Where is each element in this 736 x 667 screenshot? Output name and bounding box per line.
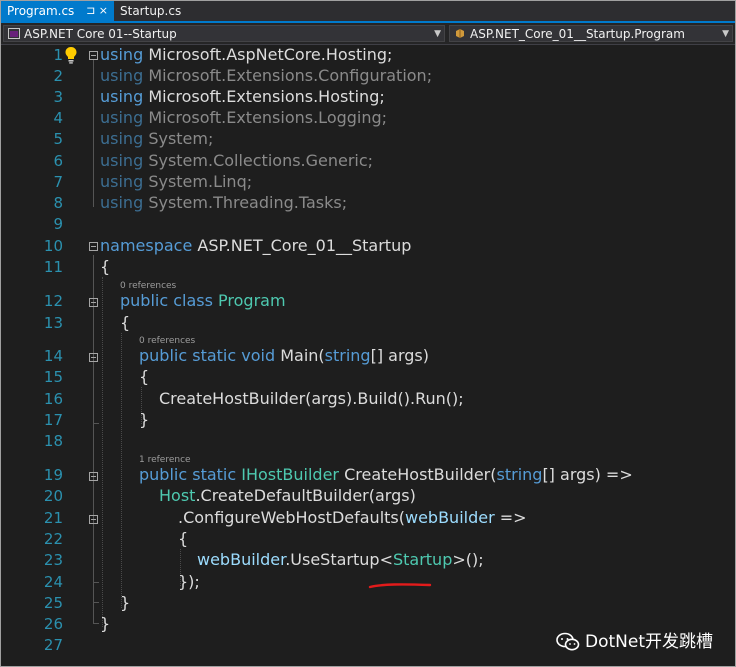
codelens-references[interactable]: 0 references	[139, 336, 195, 346]
line-number: 20	[43, 487, 63, 505]
collapse-icon[interactable]	[89, 472, 98, 481]
line-number: 1	[53, 46, 63, 64]
line-number: 23	[43, 551, 63, 569]
line-number: 7	[53, 173, 63, 191]
collapse-icon[interactable]	[89, 242, 98, 251]
code-line-23: webBuilder.UseStartup<Startup>();	[197, 550, 484, 569]
code-line-20: Host.CreateDefaultBuilder(args)	[159, 486, 416, 505]
line-number: 22	[43, 530, 63, 548]
code-line-17: }	[139, 410, 150, 429]
watermark: DotNet开发跳槽	[556, 632, 713, 652]
codelens-references[interactable]: 1 reference	[139, 455, 191, 465]
navigation-bar: ASP.NET Core 01--Startup ▼ ASP.NET_Core_…	[1, 23, 735, 45]
line-number: 11	[43, 258, 63, 276]
code-editor[interactable]: 1 2 3 4 5 6 7 8 9 10 11 12 13 14 15 16 1…	[1, 45, 735, 666]
code-line-5: using System;	[100, 129, 214, 148]
csharp-project-icon	[8, 28, 20, 39]
code-line-22: {	[178, 529, 189, 548]
outline-line	[93, 582, 99, 583]
project-name: ASP.NET Core 01--Startup	[24, 27, 177, 41]
line-number: 21	[43, 509, 63, 527]
chevron-down-icon: ▼	[722, 29, 729, 39]
code-line-11: {	[100, 257, 111, 276]
indent-guide	[102, 277, 103, 627]
line-number: 5	[53, 130, 63, 148]
line-number: 12	[43, 292, 63, 310]
code-line-12: public class Program	[120, 291, 286, 310]
codelens-references[interactable]: 0 references	[120, 281, 176, 291]
line-number: 4	[53, 109, 63, 127]
line-number: 25	[43, 594, 63, 612]
code-line-8: using System.Threading.Tasks;	[100, 193, 348, 212]
class-dropdown[interactable]: ASP.NET_Core_01__Startup.Program ▼	[449, 25, 733, 42]
collapse-icon[interactable]	[89, 51, 98, 60]
collapse-icon[interactable]	[89, 298, 98, 307]
code-line-19: public static IHostBuilder CreateHostBui…	[139, 465, 633, 484]
line-number: 9	[53, 215, 63, 233]
code-line-13: {	[120, 313, 131, 332]
pin-close-icon[interactable]: ⊐ ×	[86, 1, 108, 21]
tab-program-cs[interactable]: Program.cs ⊐ ×	[1, 1, 114, 21]
watermark-text: DotNet开发跳槽	[585, 632, 713, 652]
outline-line	[93, 307, 94, 602]
code-line-1: using Microsoft.AspNetCore.Hosting;	[100, 45, 393, 64]
project-dropdown[interactable]: ASP.NET Core 01--Startup ▼	[3, 25, 445, 42]
line-number: 17	[43, 411, 63, 429]
tab-startup-cs[interactable]: Startup.cs	[114, 1, 187, 21]
code-line-7: using System.Linq;	[100, 172, 253, 191]
line-number: 10	[43, 237, 63, 255]
outline-line	[93, 602, 99, 603]
red-underline-annotation	[368, 583, 432, 589]
collapse-icon[interactable]	[89, 353, 98, 362]
document-tab-bar: Program.cs ⊐ × Startup.cs	[1, 1, 735, 23]
outline-line	[93, 59, 94, 207]
code-line-15: {	[139, 367, 150, 386]
line-number: 14	[43, 347, 63, 365]
line-number: 24	[43, 573, 63, 591]
code-line-3: using Microsoft.Extensions.Hosting;	[100, 87, 385, 106]
code-line-21: .ConfigureWebHostDefaults(webBuilder =>	[178, 508, 527, 527]
visual-studio-window: Program.cs ⊐ × Startup.cs ASP.NET Core 0…	[0, 0, 736, 667]
class-name: ASP.NET_Core_01__Startup.Program	[470, 27, 685, 41]
line-number: 19	[43, 466, 63, 484]
line-number: 13	[43, 314, 63, 332]
code-line-2: using Microsoft.Extensions.Configuration…	[100, 66, 433, 85]
line-number: 2	[53, 67, 63, 85]
line-number: 27	[43, 636, 63, 654]
code-line-16: CreateHostBuilder(args).Build().Run();	[159, 389, 464, 408]
line-number: 6	[53, 152, 63, 170]
outline-line	[93, 363, 94, 423]
class-icon	[456, 29, 464, 38]
code-line-24: });	[178, 572, 200, 591]
outline-line	[93, 423, 99, 424]
code-line-14: public static void Main(string[] args)	[139, 346, 429, 365]
code-line-25: }	[120, 593, 131, 612]
chevron-down-icon: ▼	[434, 29, 441, 39]
tab-label: Startup.cs	[120, 4, 182, 18]
line-number: 3	[53, 88, 63, 106]
code-line-10: namespace ASP.NET_Core_01__Startup	[100, 236, 412, 255]
indent-guide	[121, 333, 122, 608]
code-line-4: using Microsoft.Extensions.Logging;	[100, 108, 388, 127]
line-number: 8	[53, 194, 63, 212]
collapse-icon[interactable]	[89, 515, 98, 524]
tab-label: Program.cs	[7, 4, 75, 18]
line-number: 15	[43, 368, 63, 386]
code-line-26: }	[100, 614, 111, 633]
code-line-6: using System.Collections.Generic;	[100, 151, 374, 170]
line-number: 26	[43, 615, 63, 633]
lightbulb-icon[interactable]	[64, 46, 78, 64]
line-number: 18	[43, 432, 63, 450]
line-number: 16	[43, 390, 63, 408]
wechat-icon	[556, 632, 580, 651]
outline-line	[93, 623, 99, 624]
